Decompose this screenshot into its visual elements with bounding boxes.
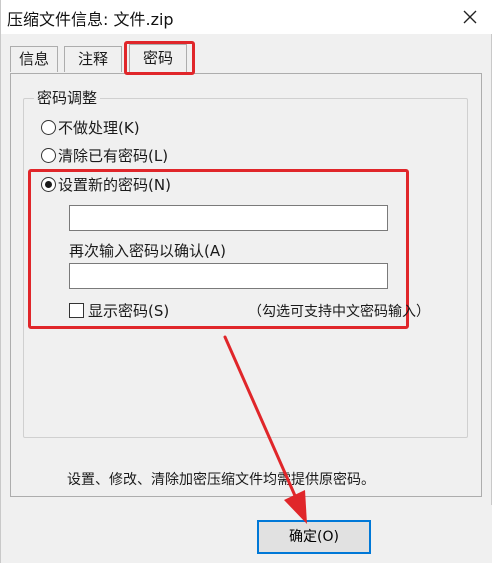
tab-notes-label: 注释 xyxy=(77,50,108,68)
new-password-input[interactable] xyxy=(69,205,388,231)
password-description: 设置、修改、清除加密压缩文件均需提供原密码。 xyxy=(67,472,375,488)
show-password-checkbox-box[interactable] xyxy=(69,302,84,318)
show-password-checkbox[interactable]: 显示密码(S) xyxy=(69,299,169,321)
tab-notes[interactable]: 注释 xyxy=(64,46,122,72)
window-title: 压缩文件信息: 文件.zip xyxy=(7,10,174,29)
button-bar xyxy=(1,505,492,563)
tab-info-label: 信息 xyxy=(18,50,49,68)
show-password-label: 显示密码(S) xyxy=(88,301,170,320)
confirm-password-input[interactable] xyxy=(69,263,388,289)
tab-info[interactable]: 信息 xyxy=(10,46,58,72)
close-button[interactable] xyxy=(447,0,492,34)
radio-no-change-label: 不做处理(K) xyxy=(58,118,140,137)
close-icon xyxy=(463,10,477,24)
dialog-window: 压缩文件信息: 文件.zip 信息 注释 密码 密码调整 不做处理(K) 清除已… xyxy=(0,0,492,563)
ok-button[interactable]: 确定(O) xyxy=(257,520,371,554)
radio-clear-password-label: 清除已有密码(L) xyxy=(58,146,169,165)
chinese-password-hint: （勾选可支持中文密码输入） xyxy=(248,304,430,320)
radio-no-change-indicator[interactable] xyxy=(41,119,56,135)
radio-no-change[interactable]: 不做处理(K) xyxy=(41,116,140,138)
radio-clear-password[interactable]: 清除已有密码(L) xyxy=(41,144,168,166)
confirm-password-label: 再次输入密码以确认(A) xyxy=(69,242,226,260)
password-group-legend: 密码调整 xyxy=(34,87,101,108)
tab-password-highlight xyxy=(124,41,195,75)
title-bar: 压缩文件信息: 文件.zip xyxy=(1,0,492,34)
radio-clear-password-indicator[interactable] xyxy=(41,147,56,163)
